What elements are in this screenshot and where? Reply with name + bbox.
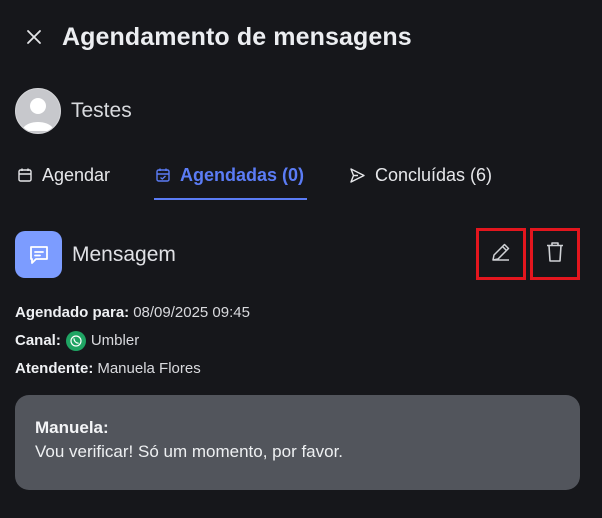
avatar — [15, 88, 61, 134]
chat-message-icon — [15, 231, 62, 278]
trash-icon — [545, 241, 565, 268]
active-tab-indicator — [154, 198, 307, 200]
contact-info: Testes — [15, 88, 132, 134]
tab-agendadas-label: Agendadas (0) — [180, 164, 305, 185]
tab-concluidas[interactable]: Concluídas (6) — [349, 150, 492, 200]
agent-value: Manuela Flores — [97, 360, 201, 377]
channel-value: Umbler — [90, 332, 140, 349]
scheduled-for-label: Agendado para: — [15, 304, 130, 321]
message-label: Mensagem — [72, 242, 176, 266]
tab-concluidas-label: Concluídas (6) — [375, 164, 493, 185]
message-author: Manuela: — [35, 418, 109, 437]
whatsapp-icon — [65, 331, 86, 351]
edit-button[interactable] — [476, 228, 526, 280]
scheduling-panel: Agendamento de mensagens Testes Agendar — [0, 0, 602, 518]
agent-label: Atendente: — [15, 360, 94, 377]
pencil-icon — [490, 241, 512, 268]
channel-label: Canal: — [15, 332, 61, 349]
tab-agendar[interactable]: Agendar — [17, 150, 110, 200]
message-bubble: Manuela: Vou verificar! Só um momento, p… — [15, 395, 580, 490]
close-icon — [26, 29, 42, 50]
message-header: Mensagem — [15, 231, 176, 278]
close-button[interactable] — [22, 27, 46, 51]
delete-button[interactable] — [530, 228, 580, 280]
tab-agendar-label: Agendar — [42, 164, 111, 185]
channel-row: Canal: Umbler — [15, 327, 250, 355]
panel-header: Agendamento de mensagens — [0, 18, 602, 62]
scheduled-for-value: 08/09/2025 09:45 — [133, 304, 250, 321]
tab-bar: Agendar Agendadas (0) Concluídas (6) — [0, 150, 602, 202]
message-details: Agendado para: 08/09/2025 09:45 Canal: U… — [15, 299, 250, 383]
contact-name: Testes — [71, 99, 132, 122]
page-title: Agendamento de mensagens — [62, 23, 412, 51]
tab-agendadas[interactable]: Agendadas (0) — [155, 150, 304, 200]
scheduled-for-row: Agendado para: 08/09/2025 09:45 — [15, 299, 250, 327]
user-avatar-icon — [16, 98, 60, 133]
message-text: Vou verificar! Só um momento, por favor. — [35, 442, 344, 461]
calendar-check-icon — [155, 167, 171, 183]
agent-row: Atendente: Manuela Flores — [15, 355, 250, 383]
send-icon — [349, 167, 366, 184]
calendar-icon — [17, 167, 33, 183]
